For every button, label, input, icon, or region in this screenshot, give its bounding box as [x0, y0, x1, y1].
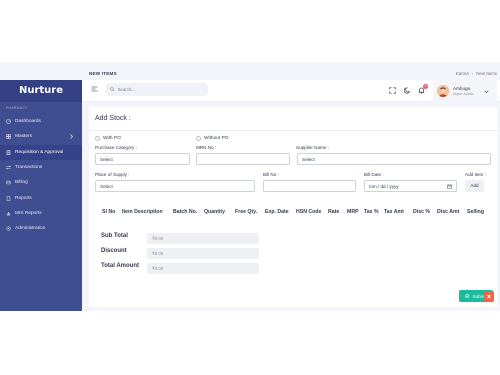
calendar-icon[interactable]	[447, 184, 452, 189]
breadcrumb-item-current: New Items	[476, 71, 497, 76]
total-amount-label: Total Amount	[101, 263, 139, 269]
supplier-label: Supplier Name :	[296, 145, 329, 150]
place-of-supply-select[interactable]: Select	[95, 180, 255, 192]
scroll-top-button[interactable]	[484, 291, 494, 302]
sidebar-item-dashboards[interactable]: Dashboards	[0, 114, 82, 129]
place-of-supply-label: Place of Supply :	[95, 172, 130, 177]
grid-icon	[6, 134, 11, 140]
column-header: MRP	[347, 209, 359, 215]
mrn-label: MRN No :	[196, 145, 217, 150]
sidebar: Nurture PHARMACY Dashboards Masters Requ…	[0, 80, 82, 311]
dark-mode-icon[interactable]	[404, 87, 411, 94]
bill-date-value: mm / dd / yyyy	[369, 183, 399, 189]
sidebar-item-requisition[interactable]: Requisition & Approval	[0, 144, 82, 160]
sidebar-item-administration[interactable]: Administration	[0, 221, 82, 236]
user-menu[interactable]: Ambuga Super Admin	[433, 80, 497, 102]
column-header: Tax Amt	[384, 209, 404, 215]
bill-date-input[interactable]: mm / dd / yyyy	[364, 180, 457, 192]
sidebar-item-label: Billing	[15, 180, 28, 186]
column-header: Rate	[328, 209, 340, 215]
sidebar-section-title: PHARMACY	[6, 106, 28, 110]
column-header: Item Description	[122, 209, 163, 215]
card-title: Add Stock :	[95, 115, 131, 122]
column-header: Free Qty.	[235, 209, 258, 215]
search-input[interactable]	[117, 87, 198, 92]
sub-total-value: ₹0.00	[147, 233, 259, 244]
bill-no-input[interactable]	[263, 180, 356, 192]
bill-date-label: Bill Date :	[364, 172, 384, 177]
sidebar-item-billing[interactable]: Billing	[0, 175, 82, 190]
sidebar-item-transactions[interactable]: Transactions	[0, 160, 82, 175]
column-header: Tax %	[364, 209, 379, 215]
add-item-label: Add Item :	[465, 172, 486, 177]
save-icon	[465, 293, 470, 299]
user-role: Super Admin	[453, 91, 474, 96]
transfer-icon	[6, 165, 11, 170]
avatar	[437, 85, 449, 97]
divider	[89, 130, 497, 131]
fullscreen-icon[interactable]	[389, 87, 396, 94]
sidebar-item-label: MIS Reports	[15, 210, 42, 216]
top-strip	[0, 62, 500, 80]
bill-icon	[6, 180, 11, 185]
notification-badge: 0	[423, 84, 428, 89]
bill-no-label: Bill No :	[263, 172, 279, 177]
sidebar-item-label: Requisition & Approval	[15, 149, 64, 155]
dashboard-icon	[6, 119, 11, 124]
settings-icon	[6, 226, 11, 231]
breadcrumb-separator: ›	[471, 71, 474, 76]
sub-total-label: Sub Total	[101, 233, 128, 239]
close-icon	[487, 294, 491, 299]
radio-label: Without PO	[204, 136, 229, 141]
breadcrumb: Karma › New Items	[456, 71, 497, 76]
clipboard-icon	[6, 150, 11, 155]
column-header: Sl No	[102, 209, 116, 215]
sidebar-item-label: Reports	[15, 195, 32, 201]
add-item-button[interactable]: Add	[465, 180, 484, 192]
search-icon	[110, 87, 115, 92]
app-window: NEW ITEMS Karma › New Items Nurture PHARMA…	[0, 0, 500, 375]
sidebar-item-masters[interactable]: Masters	[0, 129, 82, 144]
column-header: Disc %	[413, 209, 431, 215]
discount-value: ₹0.00	[147, 248, 259, 259]
mrn-input[interactable]	[196, 153, 290, 165]
search-box	[106, 83, 208, 96]
report-icon	[6, 195, 11, 201]
purchase-category-label: Purchase Category :	[95, 145, 137, 150]
total-amount-value: ₹0.00	[147, 263, 259, 274]
brand-logo[interactable]: Nurture	[0, 80, 82, 102]
column-header: Disc Amt	[437, 209, 460, 215]
menu-toggle-icon[interactable]	[91, 86, 98, 92]
column-header: Selling	[467, 209, 485, 215]
column-header: Batch No.	[173, 209, 198, 215]
chevron-down-icon	[484, 89, 489, 94]
column-header: Exp. Date	[265, 209, 289, 215]
chevron-right-icon	[69, 134, 74, 140]
breadcrumb-item-home[interactable]: Karma	[456, 71, 469, 76]
sidebar-item-label: Masters	[15, 134, 33, 140]
radio-circle[interactable]	[95, 136, 100, 141]
supplier-select[interactable]: Select	[297, 153, 491, 165]
sidebar-item-label: Transactions	[15, 165, 43, 171]
sidebar-item-label: Dashboards	[15, 119, 41, 125]
purchase-category-select[interactable]: Select	[95, 153, 190, 165]
chart-icon	[6, 211, 11, 216]
page-title: NEW ITEMS	[89, 71, 117, 76]
column-header: Quantity	[204, 209, 226, 215]
sidebar-item-label: Administration	[15, 226, 46, 232]
sidebar-item-reports[interactable]: Reports	[0, 190, 82, 205]
radio-with-po[interactable]: With PO	[95, 136, 121, 141]
add-stock-card	[89, 107, 497, 307]
radio-without-po[interactable]: Without PO	[196, 136, 229, 141]
radio-circle[interactable]	[196, 136, 201, 141]
discount-label: Discount	[101, 248, 127, 254]
radio-label: With PO	[103, 136, 121, 141]
sidebar-item-mis-reports[interactable]: MIS Reports	[0, 206, 82, 221]
column-header: HSN Code	[296, 209, 322, 215]
